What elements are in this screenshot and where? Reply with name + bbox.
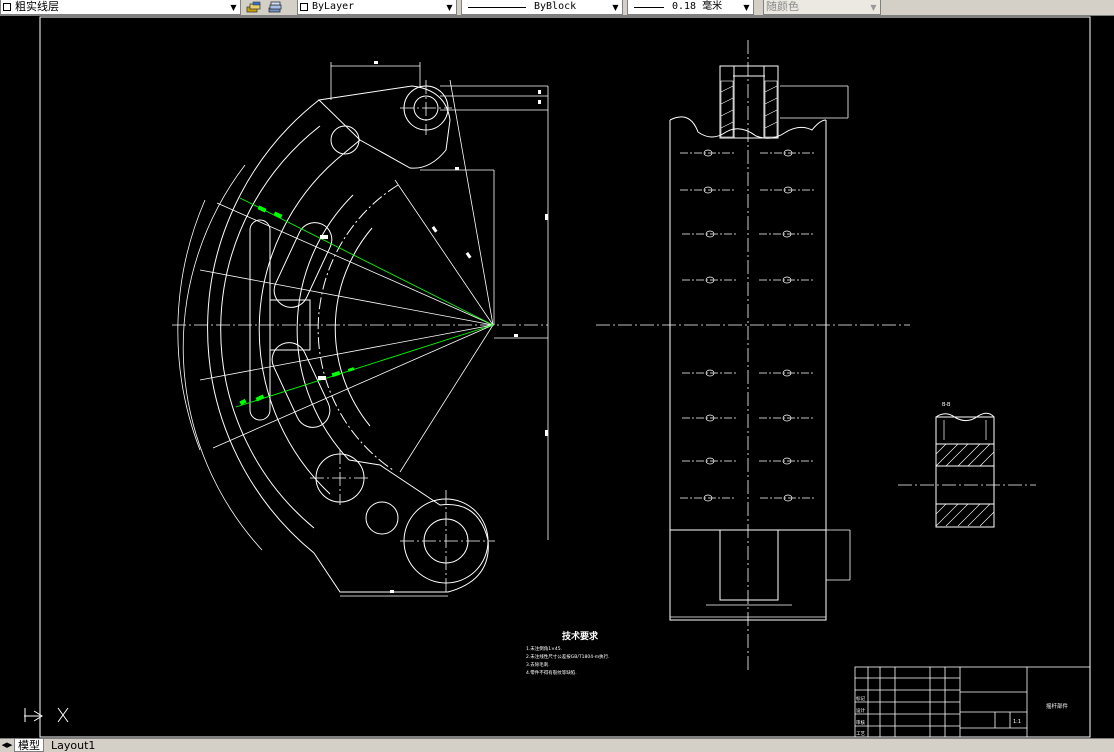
tab-model[interactable]: 模型	[14, 739, 44, 752]
layer-dropdown[interactable]: 粗实线层 ▼	[0, 0, 241, 15]
properties-toolbar: 粗实线层 ▼ ByLayer ▼ ByBlock ▼ 0.18 毫米 ▼ 随颜色…	[0, 0, 1114, 16]
layer-stack-icon[interactable]	[266, 0, 284, 15]
title-block-row-label: 设计	[856, 707, 865, 714]
chevron-down-icon: ▼	[740, 0, 753, 14]
lineweight-dropdown[interactable]: 0.18 毫米 ▼	[627, 0, 754, 15]
drawing-canvas[interactable]: 技术要求 1.未注倒角1×45. 2.未注线性尺寸公差按GB/T1804-m执行…	[0, 16, 1114, 738]
lineweight-value: 0.18 毫米	[672, 1, 723, 12]
color-value: ByLayer	[312, 1, 355, 12]
chevron-down-icon: ▼	[867, 0, 880, 14]
section-label: B-B	[942, 402, 951, 408]
tech-requirements-title: 技术要求	[562, 630, 599, 642]
plotstyle-dropdown: 随颜色 ▼	[763, 0, 881, 15]
linetype-value: ByBlock	[534, 1, 577, 12]
linetype-dropdown[interactable]: ByBlock ▼	[461, 0, 623, 15]
tech-requirement-item: 1.未注倒角1×45.	[526, 645, 562, 652]
chevron-down-icon: ▼	[443, 0, 456, 14]
tech-requirement-item: 2.未注线性尺寸公差按GB/T1804-m执行.	[526, 653, 610, 660]
title-block-part-name: 摇杆部件	[1046, 702, 1069, 710]
title-block-row-label: 工艺	[856, 731, 865, 737]
chevron-down-icon: ▼	[609, 0, 622, 14]
layer-value: 粗实线层	[15, 0, 59, 13]
layer-square-icon	[3, 3, 11, 11]
plotstyle-value: 随颜色	[766, 0, 799, 13]
title-block-row-label: 标记	[856, 695, 865, 702]
chevron-down-icon: ▼	[227, 0, 240, 14]
tech-requirement-item: 3.去除毛刺.	[526, 661, 550, 668]
layer-state-icon[interactable]	[245, 0, 263, 15]
title-block-scale: 1:1	[1013, 719, 1021, 725]
linetype-sample	[468, 6, 526, 8]
color-square-icon	[300, 3, 308, 11]
tab-scroll-arrows-icon[interactable]: ◀▶	[0, 739, 14, 752]
layout-tab-bar: ◀▶ 模型 Layout1	[0, 738, 1114, 752]
tab-layout1[interactable]: Layout1	[48, 739, 98, 752]
lineweight-sample	[634, 6, 664, 8]
cad-drawing[interactable]: 技术要求 1.未注倒角1×45. 2.未注线性尺寸公差按GB/T1804-m执行…	[0, 16, 1114, 738]
title-block-row-label: 审核	[856, 719, 865, 726]
color-dropdown[interactable]: ByLayer ▼	[297, 0, 457, 15]
tech-requirement-item: 4.零件不得有裂纹等缺陷.	[526, 669, 577, 676]
